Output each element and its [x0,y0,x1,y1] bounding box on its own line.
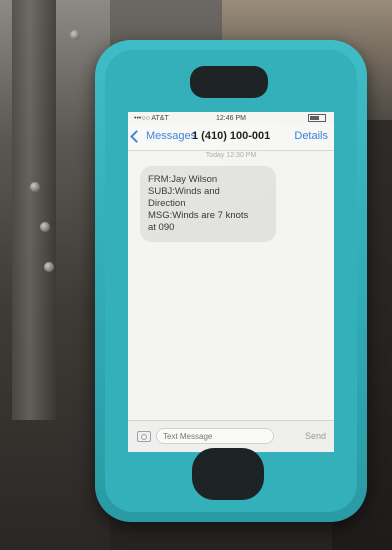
message-line: SUBJ:Winds and [148,186,220,197]
message-line: Direction [148,198,186,209]
message-line: FRM:Jay Wilson [148,174,218,185]
status-bar: •••○○ AT&T 12:46 PM [128,112,334,124]
back-to-messages-button[interactable]: Messages [130,129,197,143]
messages-nav-bar: Messages 1 (410) 100-001 Details [128,124,334,151]
message-bubble[interactable]: FRM:Jay Wilson SUBJ:Winds and Direction … [140,166,276,242]
status-time: 12:46 PM [216,114,246,122]
bolt [30,182,40,192]
conversation-title: 1 (410) 100-001 [192,130,271,142]
bolt [70,30,80,40]
bolt [40,222,50,232]
background-beam [12,0,56,420]
send-button[interactable]: Send [305,431,326,441]
camera-icon[interactable] [137,431,151,442]
home-button-cutout[interactable] [192,448,264,500]
earpiece-cutout [190,66,268,98]
message-line: at 090 [148,222,175,233]
phone-screen: •••○○ AT&T 12:46 PM Messages 1 (410) 100… [128,112,334,452]
message-line: MSG:Winds are 7 knots [148,210,249,221]
message-input[interactable] [156,428,274,444]
chevron-left-icon [130,129,143,143]
thread-date: Today 12:30 PM [205,152,257,159]
battery-icon [308,114,326,122]
bolt [44,262,54,272]
details-button[interactable]: Details [294,130,328,142]
back-label: Messages [146,130,197,142]
